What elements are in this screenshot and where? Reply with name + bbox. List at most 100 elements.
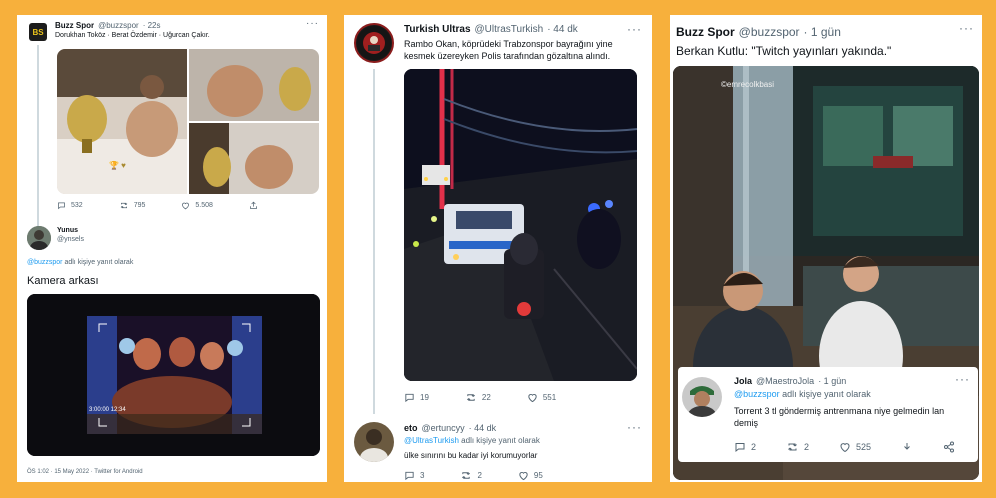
reply-icon [58, 202, 65, 210]
more-options-icon[interactable]: ··· [627, 22, 642, 36]
tweet-actions: 19 22 551 [404, 392, 556, 403]
tweet-text: Dorukhan Toköz · Berat Özdemir · Uğurcan… [55, 32, 210, 39]
replying-to: @UltrasTurkish adlı kişiye yanıt olarak [404, 436, 540, 445]
like-icon [182, 202, 190, 210]
author-name[interactable]: Turkish Ultras [404, 24, 471, 35]
reply-retweet-button[interactable]: 2 [786, 441, 809, 453]
retweet-icon [788, 443, 797, 451]
replying-to-handle[interactable]: @buzzspor [27, 259, 63, 266]
tweet-panel-buzzspor-trophy: BS Buzz Spor @buzzspor · 22s ··· Dorukha… [17, 15, 327, 482]
ultras-logo-icon [357, 26, 391, 60]
reply-author-name[interactable]: Jola [734, 376, 752, 386]
like-button[interactable]: 5.508 [181, 201, 213, 210]
author-name[interactable]: Buzz Spor [55, 21, 94, 30]
retweet-button[interactable]: 795 [119, 201, 146, 210]
police-night-photo [404, 69, 637, 381]
retweet-count: 2 [477, 471, 482, 480]
avatar-logo-text: BS [32, 27, 44, 37]
reply-time[interactable]: · 44 dk [469, 423, 497, 433]
author-handle[interactable]: @buzzspor [98, 21, 139, 30]
replying-to: @buzzspor adlı kişiye yanıt olarak [734, 389, 871, 399]
reply-reply-button[interactable]: 2 [734, 441, 756, 453]
reply-more-options-icon[interactable]: ··· [955, 372, 970, 386]
tweet-media-grid[interactable]: 🏆 ♥ [57, 49, 319, 194]
reply-retweet-button[interactable]: 2 [460, 470, 482, 481]
reply-actions: 3 2 95 [404, 470, 543, 481]
tweet-time[interactable]: · 44 dk [547, 24, 578, 35]
avatar-image [682, 377, 722, 417]
tweet-panel-turkish-ultras: Turkish Ultras @UltrasTurkish · 44 dk ··… [344, 15, 652, 482]
media-caption: 🏆 ♥ [109, 161, 126, 170]
share-button[interactable] [249, 201, 258, 210]
avatar-image [354, 422, 394, 462]
share-icon [250, 201, 257, 209]
like-icon [840, 443, 850, 453]
avatar[interactable] [354, 23, 394, 63]
replying-to-handle[interactable]: @buzzspor [734, 389, 780, 399]
reply-like-button[interactable]: 95 [518, 470, 543, 481]
share-icon [944, 441, 955, 453]
tweet-panel-buzzspor-berkan: Buzz Spor @buzzspor · 1 gün ··· Berkan K… [670, 15, 982, 482]
reply-text: Kamera arkası [27, 275, 99, 287]
tweet-time[interactable]: · 1 gün [804, 25, 841, 39]
like-button[interactable]: 551 [527, 392, 556, 403]
tweet-header: Buzz Spor @buzzspor · 1 gün [676, 25, 841, 39]
avatar[interactable]: BS [29, 23, 47, 41]
reply-reply-button[interactable]: 3 [404, 470, 424, 481]
download-icon [904, 443, 910, 450]
reply-text: Torrent 3 tl göndermiş antrenmana niye g… [734, 406, 945, 428]
reply-author-name[interactable]: Yunus [57, 227, 78, 234]
reply-icon [405, 393, 414, 403]
reply-share-button[interactable] [943, 441, 955, 453]
reply-button[interactable]: 19 [404, 392, 429, 403]
retweet-count: 795 [133, 202, 146, 209]
video-frame [27, 294, 320, 456]
like-icon [519, 471, 528, 481]
reply-author-handle[interactable]: @ertuncyy [422, 423, 465, 433]
reply-header: eto @ertuncyy · 44 dk [404, 423, 496, 433]
reply-download-button[interactable] [901, 441, 913, 453]
reply-author-name[interactable]: eto [404, 423, 418, 433]
reply-avatar[interactable] [27, 226, 51, 250]
reply-avatar[interactable] [354, 422, 394, 462]
reply-icon [735, 443, 745, 453]
reply-author-handle[interactable]: @ynsels [57, 236, 84, 243]
reply-more-options-icon[interactable]: ··· [627, 420, 642, 434]
reply-button[interactable]: 532 [57, 201, 83, 210]
reply-like-button[interactable]: 525 [839, 441, 871, 453]
author-name[interactable]: Buzz Spor [676, 25, 735, 39]
tweet-header: Turkish Ultras @UltrasTurkish · 44 dk [404, 24, 578, 35]
reply-time[interactable]: · 1 gün [818, 376, 846, 386]
reply-actions: 2 2 525 [734, 441, 955, 453]
replying-to-suffix: adlı kişiye yanıt olarak [458, 436, 540, 445]
reply-header: Yunus @ynsels [57, 227, 84, 243]
thread-connector [37, 45, 39, 233]
tweet-time[interactable]: · 22s [143, 21, 161, 30]
image-watermark: ©emrecolkbasi [721, 80, 775, 89]
retweet-icon [466, 394, 475, 401]
tweet-media-photo[interactable] [404, 69, 637, 381]
retweet-count: 2 [804, 442, 810, 452]
like-count: 525 [856, 442, 872, 452]
avatar-image [27, 226, 51, 250]
tweet-actions: 532 795 5.508 [57, 201, 258, 210]
more-options-icon[interactable]: ··· [306, 18, 319, 29]
reply-header: Jola @MaestroJola · 1 gün [734, 376, 846, 386]
reply-avatar[interactable] [682, 377, 722, 417]
reply-card[interactable]: Jola @MaestroJola · 1 gün ··· @buzzspor … [678, 367, 978, 462]
replying-to: @buzzspor adlı kişiye yanıt olarak [27, 259, 133, 266]
author-handle[interactable]: @UltrasTurkish [475, 24, 544, 35]
more-options-icon[interactable]: ··· [959, 21, 974, 35]
retweet-icon [462, 472, 471, 479]
tweet-text: Rambo Okan, köprüdeki Trabzonspor bayrağ… [404, 39, 613, 61]
reply-video[interactable]: 3:00:00 12:34 [27, 294, 320, 456]
reply-icon [405, 471, 414, 481]
thread-connector [373, 69, 375, 414]
tweet-text: Berkan Kutlu: "Twitch yayınları yakında.… [676, 44, 892, 58]
retweet-button[interactable]: 22 [465, 392, 491, 403]
author-handle[interactable]: @buzzspor [739, 25, 800, 39]
replying-to-handle[interactable]: @UltrasTurkish [404, 436, 459, 445]
retweet-icon [120, 202, 127, 209]
retweet-count: 22 [481, 393, 491, 402]
reply-author-handle[interactable]: @MaestroJola [756, 376, 814, 386]
